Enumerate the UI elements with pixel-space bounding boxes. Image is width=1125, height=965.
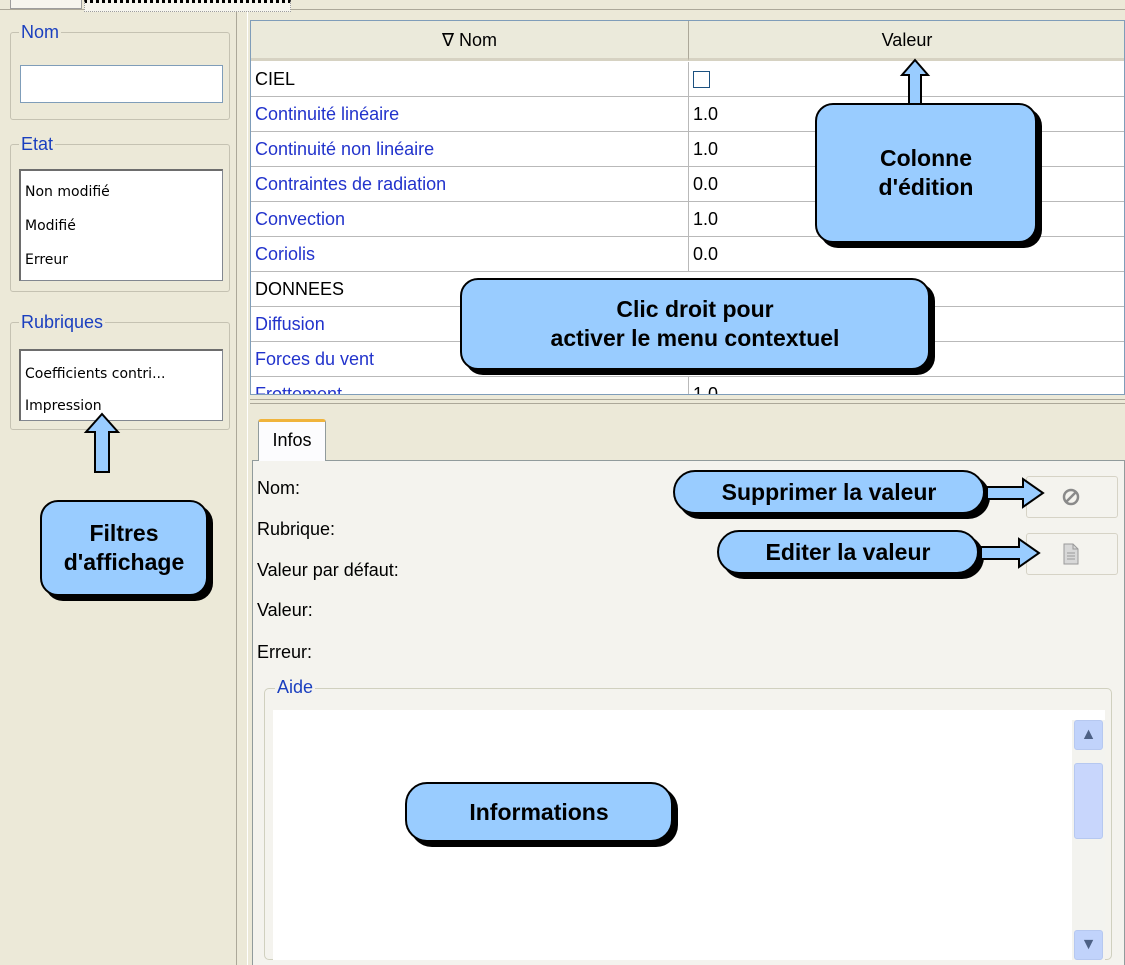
grid-row-name: DONNEES (255, 279, 345, 299)
grid-row-name: Frottement (255, 384, 343, 395)
tab-infos-label: Infos (272, 430, 312, 450)
etat-filter-label: Etat (19, 134, 56, 154)
ciel-checkbox[interactable] (693, 71, 710, 88)
grid-row-value[interactable]: 1.0 (693, 202, 718, 236)
grid-cell-separator (688, 132, 689, 166)
grid-row-value[interactable]: 0.0 (693, 237, 718, 271)
no-entry-icon (1062, 488, 1080, 506)
scroll-down-button[interactable]: ▼ (1074, 930, 1103, 960)
scroll-up-button[interactable]: ▲ (1074, 720, 1103, 750)
grid-cell-separator (688, 377, 689, 394)
filter-panel: Nom Etat Non modifié Modifié Erreur Rubr… (0, 12, 236, 965)
grid-row-value[interactable]: 1.0 (693, 97, 718, 131)
toolbar-tab-fragment[interactable] (10, 0, 82, 9)
callout-editer-valeur: Editer la valeur (717, 530, 979, 574)
callout-clic-droit: Clic droit pour activer le menu contextu… (460, 278, 930, 370)
grid-row-value[interactable]: 0.0 (693, 167, 718, 201)
grid-row-name: Coriolis (255, 244, 316, 264)
column-header-nom-label: Nom (459, 30, 498, 50)
splitter-line (250, 403, 1125, 404)
arrow-up-icon (83, 412, 121, 473)
callout-supprimer-valeur: Supprimer la valeur (673, 470, 985, 514)
nom-filter-group: Nom (10, 22, 230, 120)
callout-informations: Informations (405, 782, 673, 842)
rubriques-listbox[interactable]: Coefficients contri... Impression (19, 349, 223, 421)
nom-filter-label: Nom (19, 22, 62, 42)
info-rubrique-label: Rubrique: (257, 519, 336, 539)
callout-filtres-affichage: Filtres d'affichage (40, 500, 208, 596)
grid-row-name: Contraintes de radiation (255, 174, 447, 194)
grid-cell-separator (688, 237, 689, 271)
etat-item-erreur[interactable]: Erreur (25, 251, 68, 269)
grid-row-name: Diffusion (255, 314, 325, 334)
grid-row-name: Continuité linéaire (255, 104, 400, 124)
arrow-up-icon (899, 58, 931, 105)
etat-item-modifie[interactable]: Modifié (25, 217, 76, 235)
grid-row-value[interactable]: 1.0 (693, 377, 718, 394)
info-nom-label: Nom: (257, 478, 301, 498)
grid-row-ciel[interactable]: CIEL (251, 62, 1124, 97)
info-erreur-label: Erreur: (257, 642, 313, 662)
grid-cell-separator (688, 167, 689, 201)
aide-text-area[interactable] (273, 710, 1105, 960)
grid-row-name: Continuité non linéaire (255, 139, 435, 159)
aide-label: Aide (275, 677, 316, 697)
grid-cell-separator (688, 97, 689, 131)
grid-row-name: Forces du vent (255, 349, 375, 369)
column-header-valeur-label: Valeur (881, 30, 933, 50)
document-icon (1063, 543, 1079, 565)
rubriques-filter-label: Rubriques (19, 312, 106, 332)
info-defaut-label: Valeur par défaut: (257, 560, 399, 580)
chevron-up-icon: ▲ (1080, 726, 1097, 743)
horizontal-splitter[interactable] (250, 395, 1125, 409)
splitter-line (250, 399, 1125, 400)
rubriques-item-coefficients[interactable]: Coefficients contri... (25, 365, 165, 383)
nom-filter-input[interactable] (20, 65, 223, 103)
vertical-splitter[interactable] (236, 12, 248, 965)
column-header-nom[interactable]: ∇ Nom (251, 21, 689, 61)
grid-row-name: CIEL (255, 69, 296, 89)
tab-infos[interactable]: Infos (258, 419, 326, 461)
grid-row-frottement[interactable]: Frottement 1.0 (251, 377, 1124, 395)
grid-row-name: Convection (255, 209, 346, 229)
etat-listbox[interactable]: Non modifié Modifié Erreur (19, 169, 223, 281)
arrow-right-icon (986, 477, 1045, 509)
scroll-thumb[interactable] (1074, 763, 1103, 839)
grid-row-value[interactable]: 1.0 (693, 132, 718, 166)
top-toolbar-strip (0, 0, 1125, 12)
grid-cell-separator (688, 62, 689, 96)
arrow-right-icon (980, 537, 1041, 569)
column-header-valeur[interactable]: Valeur (689, 21, 1124, 61)
sort-indicator-icon: ∇ (441, 30, 454, 50)
grid-cell-separator (688, 202, 689, 236)
callout-colonne-edition: Colonne d'édition (815, 103, 1037, 243)
info-valeur-label: Valeur: (257, 600, 313, 620)
etat-filter-group: Etat Non modifié Modifié Erreur (10, 134, 230, 292)
toolbar-tab-fragment[interactable] (84, 0, 291, 12)
chevron-down-icon: ▼ (1080, 936, 1097, 953)
aide-scrollbar[interactable]: ▲ ▼ (1072, 720, 1105, 960)
etat-item-non-modifie[interactable]: Non modifié (25, 183, 110, 201)
